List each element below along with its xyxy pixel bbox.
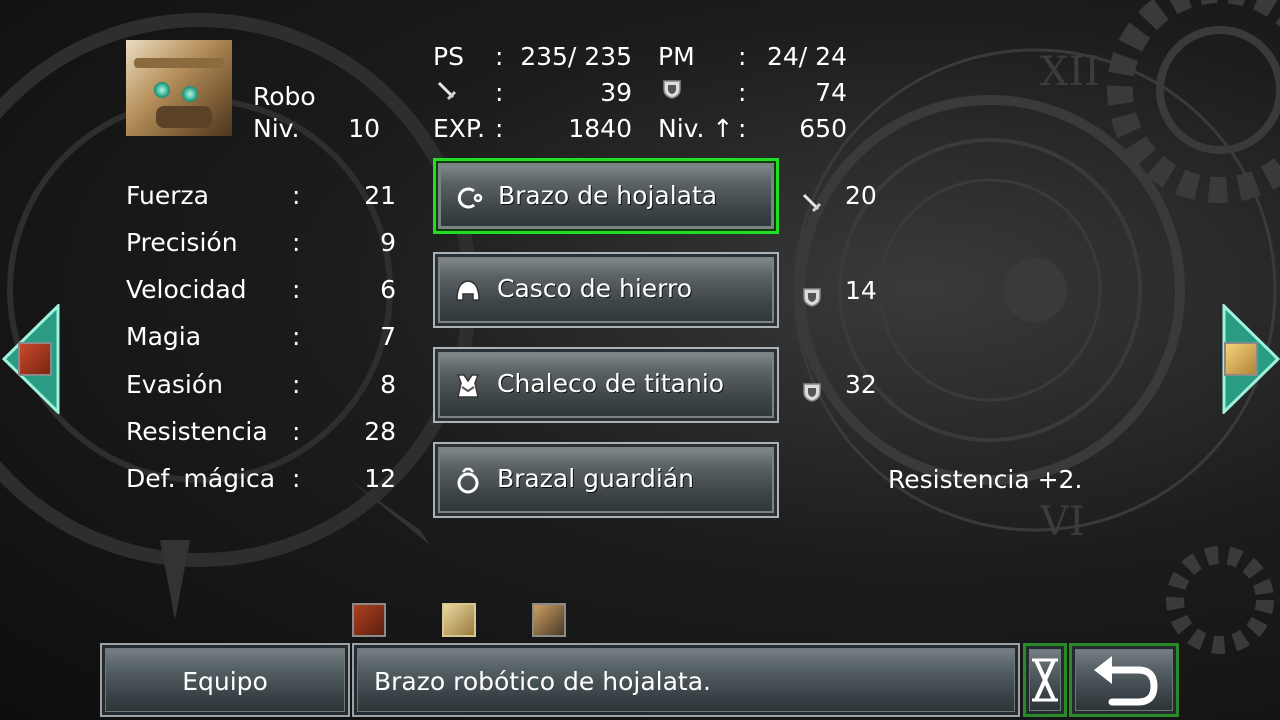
- vest-icon: [456, 374, 480, 398]
- attribute-label: Def. mágica: [126, 464, 276, 493]
- mp-colon: :: [738, 42, 747, 71]
- attribute-colon: :: [292, 370, 301, 399]
- attribute-label: Fuerza: [126, 181, 209, 210]
- attribute-value: 9: [380, 228, 396, 257]
- return-arrow-icon: [1094, 656, 1158, 706]
- menu-mode-label: Equipo: [182, 667, 268, 696]
- level-value: 10: [348, 114, 380, 143]
- attribute-label: Evasión: [126, 370, 224, 399]
- remove-icon: [1032, 658, 1058, 702]
- attack-value: 39: [600, 78, 632, 107]
- svg-text:VI: VI: [1039, 499, 1085, 545]
- exp-label: EXP.: [433, 114, 486, 143]
- attribute-colon: :: [292, 464, 301, 493]
- equip-slot-label: Casco de hierro: [497, 274, 693, 303]
- equip-stat-value: 14: [845, 276, 877, 305]
- attribute-value: 28: [364, 417, 396, 446]
- equip-slot-label: Chaleco de titanio: [497, 369, 725, 398]
- accessory-effect: Resistencia +2.: [888, 465, 1083, 494]
- exp-value: 1840: [568, 114, 632, 143]
- description-box: Brazo robótico de hojalata.: [352, 643, 1020, 717]
- attribute-colon: :: [292, 417, 301, 446]
- item-description: Brazo robótico de hojalata.: [374, 667, 711, 696]
- character-name: Robo: [253, 82, 316, 111]
- attribute-value: 8: [380, 370, 396, 399]
- next-level-colon: :: [738, 114, 747, 143]
- robot-arm-icon: [457, 187, 483, 209]
- equip-slot-label: Brazo de hojalata: [498, 181, 718, 210]
- equip-slot-weapon[interactable]: Brazo de hojalata: [433, 158, 779, 234]
- equip-slot-helmet[interactable]: Casco de hierro: [433, 252, 779, 328]
- equip-stat-value: 20: [845, 181, 877, 210]
- attribute-label: Precisión: [126, 228, 238, 257]
- previous-character-button[interactable]: [1, 302, 62, 416]
- shield-icon: [663, 80, 681, 99]
- equip-slot-accessory[interactable]: Brazal guardián: [433, 442, 779, 518]
- unequip-button[interactable]: [1023, 643, 1067, 717]
- defense-colon: :: [738, 78, 747, 107]
- helmet-icon: [456, 280, 480, 301]
- shield-icon: [803, 288, 821, 307]
- equip-slot-label: Brazal guardián: [497, 464, 694, 493]
- attack-colon: :: [495, 78, 504, 107]
- back-button[interactable]: [1069, 643, 1179, 717]
- mp-label: PM: [658, 42, 695, 71]
- attribute-value: 21: [364, 181, 396, 210]
- hp-label: PS: [433, 42, 464, 71]
- sword-icon: [802, 193, 822, 213]
- attribute-colon: :: [292, 275, 301, 304]
- character-portrait: [126, 40, 232, 136]
- sword-icon: [437, 81, 457, 101]
- hp-colon: :: [495, 42, 504, 71]
- svg-text:XII: XII: [1040, 49, 1100, 95]
- character-face-icon: [1224, 342, 1258, 376]
- next-level-label: Niv. ↑: [658, 114, 734, 143]
- shield-icon: [803, 383, 821, 402]
- party-member-icon[interactable]: [532, 603, 566, 637]
- attribute-label: Velocidad: [126, 275, 247, 304]
- party-member-icon[interactable]: [352, 603, 386, 637]
- attribute-label: Resistencia: [126, 417, 268, 446]
- level-label: Niv.: [253, 114, 300, 143]
- defense-value: 74: [815, 78, 847, 107]
- menu-mode-button[interactable]: Equipo: [100, 643, 350, 717]
- hp-value: 235/ 235: [520, 42, 632, 71]
- equip-stat-value: 32: [845, 370, 877, 399]
- attribute-value: 12: [364, 464, 396, 493]
- mp-value: 24/ 24: [767, 42, 847, 71]
- attribute-colon: :: [292, 228, 301, 257]
- equip-slot-armor[interactable]: Chaleco de titanio: [433, 347, 779, 423]
- character-face-icon: [18, 342, 52, 376]
- ring-icon: [457, 467, 479, 494]
- next-level-value: 650: [799, 114, 847, 143]
- exp-colon: :: [495, 114, 504, 143]
- attribute-label: Magia: [126, 322, 202, 351]
- attribute-value: 6: [380, 275, 396, 304]
- next-character-button[interactable]: [1220, 302, 1280, 416]
- attribute-colon: :: [292, 322, 301, 351]
- party-member-icon[interactable]: [442, 603, 476, 637]
- attribute-colon: :: [292, 181, 301, 210]
- attribute-value: 7: [380, 322, 396, 351]
